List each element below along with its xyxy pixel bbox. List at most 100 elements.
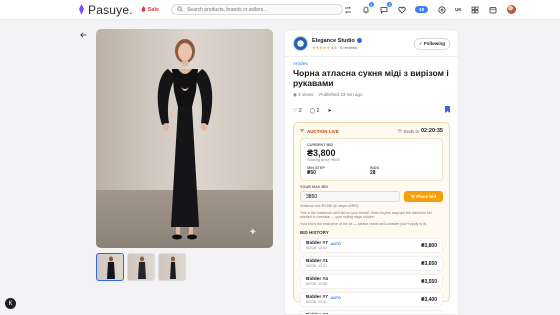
auction-card: ⚒ AUCTION LIVE ◷ Ends in 02:20:35 CURREN… <box>293 122 450 314</box>
bid-info: Bidder #7 AUTO 8/2/26, 13:51 <box>306 241 341 250</box>
bid-history-row: Bidder #1 8/2/26, 13:21 ₴3,650 <box>300 256 443 271</box>
product-meta: ◉ 2 views Published 33 min ago <box>293 92 450 98</box>
max-bid-input[interactable] <box>300 191 400 202</box>
auto-badge: AUTO <box>330 241 341 246</box>
seller-avatar[interactable] <box>293 36 308 51</box>
min-step-value: ₴50 <box>307 170 316 176</box>
comment-icon: ◯ <box>309 107 316 114</box>
user-avatar[interactable] <box>506 5 516 14</box>
bid-amount: ₴3,800 <box>421 242 437 249</box>
top-header: Pasuye. Sale 1 3 10 UK <box>0 0 560 20</box>
divider <box>285 56 458 57</box>
bid-info: Bidder #4 8/2/26, 12:58 <box>306 277 328 286</box>
bid-history-row: Bidder #7 AUTO 8/2/26, 12:41 ₴3,400 <box>300 292 443 307</box>
language-switch[interactable]: UK <box>455 7 462 12</box>
thumbnail-2[interactable] <box>127 253 155 281</box>
search-bar[interactable] <box>171 4 344 15</box>
bid-date: 8/2/26, 13:21 <box>306 264 327 268</box>
max-bid-label: YOUR MAX BID <box>300 185 329 189</box>
bid-history-row: Bidder #78/2/26, 12:23₴3,350 <box>300 310 443 314</box>
messages-badge: 3 <box>386 2 393 7</box>
notifications-icon[interactable]: 1 <box>361 2 375 14</box>
final-price-note: Your bid is the final price of the lot —… <box>300 221 427 226</box>
favorites-icon[interactable] <box>397 5 406 14</box>
bid-date: 8/2/26, 13:51 <box>306 246 327 250</box>
clock-icon: ◷ <box>398 128 402 133</box>
back-arrow-icon[interactable] <box>80 31 87 40</box>
bid-history-list: Bidder #7 AUTO 8/2/26, 13:51 ₴3,800 Bidder #… <box>300 238 443 314</box>
bid-history-title: BID HISTORY <box>300 230 329 235</box>
bid-amount: ₴3,650 <box>421 260 437 267</box>
current-bid-card: CURRENT BID ₴3,800 Starting price: ₴800 … <box>300 138 443 181</box>
auction-countdown: ◷ Ends in 02:20:35 <box>398 128 443 134</box>
bid-amount: ₴3,400 <box>421 296 437 303</box>
views-count: ◉ 2 views <box>293 92 313 98</box>
rating-text: 4.5 · 0 reviews <box>331 44 358 50</box>
seller-name-row[interactable]: Elegance Studio <box>312 38 362 44</box>
thumbnail-1[interactable] <box>96 253 124 281</box>
auto-badge: AUTO <box>330 295 341 300</box>
fire-icon <box>141 5 146 14</box>
hammer-icon: ⚒ <box>300 128 305 133</box>
min-bid-note: Minimum bid: ₴3,850 (in steps of ₴50) <box>300 204 359 208</box>
bid-history-row: Bidder #4 8/2/26, 12:58 ₴3,550 <box>300 274 443 289</box>
sale-link[interactable]: Sale <box>141 5 160 14</box>
views-text: 2 views <box>298 92 314 97</box>
ends-label: Ends in <box>403 128 419 134</box>
product-title: Чорна атласна сукня міді з вирізом і рук… <box>293 68 449 88</box>
share-icon[interactable]: ➤ <box>327 108 331 114</box>
product-actions: ♡ 2 ◯ 2 ➤ <box>293 106 450 115</box>
comment-button[interactable]: ◯ 2 <box>310 108 320 114</box>
auction-header: ⚒ AUCTION LIVE ◷ Ends in 02:20:35 <box>300 128 443 134</box>
eye-icon: ◉ <box>293 92 297 97</box>
messages-icon[interactable]: 3 <box>379 2 393 14</box>
thumbnail-3[interactable] <box>158 253 186 281</box>
min-step-block: MIN STEP ₴50 <box>307 166 325 176</box>
starting-price: Starting price: ₴800 <box>307 158 340 162</box>
bookmark-icon[interactable] <box>445 106 450 115</box>
compare-icon[interactable] <box>343 5 352 14</box>
current-bid-label: CURRENT BID <box>307 143 334 147</box>
verified-icon <box>356 38 362 43</box>
bid-stats: MIN STEP ₴50 BIDS 28 <box>307 166 436 176</box>
sale-label: Sale <box>147 6 160 13</box>
bids-block: BIDS 28 <box>370 166 379 176</box>
seller-name: Elegance Studio <box>312 37 355 44</box>
thumbnail-strip <box>96 253 186 281</box>
notifications-badge: 1 <box>368 2 375 7</box>
brand-name: Pasuye. <box>88 2 133 17</box>
proxy-bid-note: This is the maximum we'll bid on your be… <box>300 210 432 220</box>
grid-menu-icon[interactable] <box>471 5 480 14</box>
header-actions: 1 3 10 UK <box>343 2 516 14</box>
brand-mark-icon <box>78 4 85 15</box>
seller-card: Elegance Studio ★★★★★ 4.5 · 0 reviews ✓ … <box>293 36 450 51</box>
place-bid-button[interactable]: ⚒ Place bid <box>403 191 443 202</box>
bid-info: Bidder #7 AUTO 8/2/26, 12:41 <box>306 295 341 304</box>
bid-history-row: Bidder #7 AUTO 8/2/26, 13:51 ₴3,800 <box>300 238 443 253</box>
product-category[interactable]: Articles <box>293 61 450 66</box>
follow-button[interactable]: ✓ Following <box>413 37 450 50</box>
dress-model-illustration <box>157 39 213 240</box>
product-details-panel: Elegance Studio ★★★★★ 4.5 · 0 reviews ✓ … <box>284 29 459 315</box>
assistant-fab-icon[interactable]: K <box>5 298 16 309</box>
max-bid-row: ⚒ Place bid <box>300 191 443 202</box>
wallet-pill[interactable]: 10 <box>415 6 429 13</box>
add-listing-icon[interactable] <box>437 5 446 14</box>
seller-rating: ★★★★★ 4.5 · 0 reviews <box>312 45 362 50</box>
comment-count: 2 <box>316 107 320 114</box>
place-bid-label: Place bid <box>416 193 436 199</box>
product-main-image[interactable]: ✦ <box>96 29 273 248</box>
calendar-icon[interactable] <box>489 5 498 14</box>
brand-logo[interactable]: Pasuye. <box>78 3 133 17</box>
bid-date: 8/2/26, 12:41 <box>306 300 327 304</box>
current-bid-value: ₴3,800 <box>307 148 336 158</box>
heart-icon: ♡ <box>293 107 298 114</box>
auction-status: AUCTION LIVE <box>307 128 339 134</box>
time-left: 02:20:35 <box>420 128 443 134</box>
search-input[interactable] <box>187 6 338 13</box>
rating-stars-icon: ★★★★★ <box>312 44 330 50</box>
hammer-icon: ⚒ <box>410 193 415 199</box>
like-button[interactable]: ♡ 2 <box>293 108 302 114</box>
bid-date: 8/2/26, 12:58 <box>306 282 327 286</box>
bid-amount: ₴3,550 <box>421 278 437 285</box>
